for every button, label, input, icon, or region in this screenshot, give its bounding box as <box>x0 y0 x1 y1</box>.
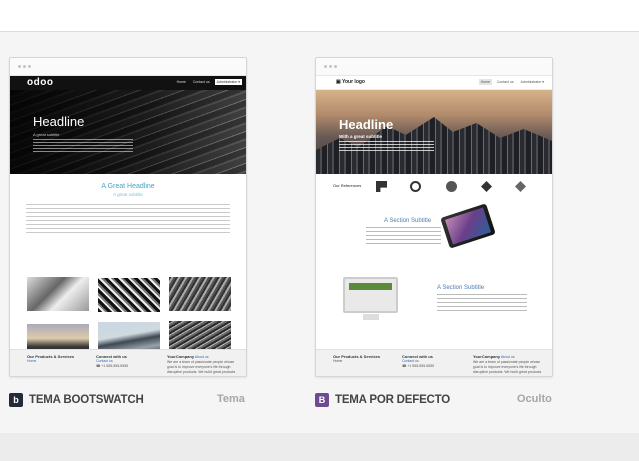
preview-navbar: odoo Home Contact us Administrator ▾ <box>10 76 246 90</box>
reference-logo-icon <box>410 181 421 192</box>
footer-col3-text: We are a team of passionate people whose… <box>167 360 236 374</box>
footer-col1-link: Home <box>27 359 37 363</box>
preview-nav-home: Home <box>478 79 492 85</box>
preview-hero-text <box>339 141 434 152</box>
bootstrap-logo-icon: B <box>315 393 329 407</box>
preview-section-subtitle: A great subtitle <box>113 192 143 197</box>
window-dots <box>316 58 552 76</box>
preview-hero-image: Headline A great subtitle <box>10 90 246 174</box>
bottom-band <box>0 433 639 461</box>
footer-col1-link: Home <box>333 359 343 363</box>
preview-footer: Our Products & Services Home Connect wit… <box>316 349 552 376</box>
preview-logo: ▣ Your logo <box>336 79 365 85</box>
theme-caption-bootswatch[interactable]: b TEMA BOOTSWATCH <box>9 392 144 408</box>
preview-nav-contact: Contact us <box>192 80 210 84</box>
preview-subtitle: A great subtitle <box>33 132 60 137</box>
preview-paragraph <box>26 204 230 234</box>
preview-references: Our References <box>316 174 552 200</box>
preview-nav-admin: Administrator ▾ <box>520 80 544 84</box>
theme-status: Tema <box>217 393 245 405</box>
theme-caption-default[interactable]: B TEMA POR DEFECTO <box>315 392 450 408</box>
gallery-image <box>169 277 231 311</box>
reference-logo-icon <box>376 181 387 192</box>
preview-hero-image: Headline With a great subtitle <box>316 90 552 174</box>
top-bar <box>0 0 639 32</box>
preview-hero-text <box>33 139 133 153</box>
footer-col3-link: About us <box>194 355 209 359</box>
reference-logo-icon <box>515 181 526 192</box>
theme-name: TEMA POR DEFECTO <box>335 394 451 406</box>
references-label: Our References <box>333 183 362 188</box>
monitor-image <box>343 277 398 313</box>
preview-headline: Headline <box>33 114 85 129</box>
preview-gallery <box>27 277 231 357</box>
preview-section2-text <box>437 294 527 312</box>
preview-headline: Headline <box>339 117 394 132</box>
reference-logo-icon <box>481 181 492 192</box>
preview-section-title: A Great Headline <box>101 183 155 190</box>
preview-footer: Our Products & Services Home Connect wit… <box>10 349 246 376</box>
window-dots <box>10 58 246 76</box>
footer-col3-link: About us <box>500 355 515 359</box>
footer-col2-phone: ☎ +1 555-555-5555 <box>402 364 435 368</box>
footer-col3-title: YourCompany <box>473 354 501 359</box>
preview-nav-home: Home <box>176 80 186 84</box>
theme-status: Oculto <box>517 393 552 405</box>
theme-preview-bootswatch[interactable]: odoo Home Contact us Administrator ▾ Hea… <box>9 57 247 377</box>
gallery-image <box>27 277 89 311</box>
footer-col2-phone: ☎ +1 555-555-5555 <box>96 364 129 368</box>
footer-col3-title: YourCompany <box>167 354 195 359</box>
preview-nav-admin: Administrator ▾ <box>214 79 242 85</box>
preview-subtitle: With a great subtitle <box>339 134 382 139</box>
theme-preview-default[interactable]: ▣ Your logo Home Contact us Administrato… <box>315 57 553 377</box>
preview-section1-title: A Section Subtitle <box>384 218 432 224</box>
preview-section1-text <box>366 227 441 245</box>
footer-col3-text: We are a team of passionate people whose… <box>473 360 542 374</box>
preview-navbar: ▣ Your logo Home Contact us Administrato… <box>316 76 552 90</box>
preview-logo: odoo <box>27 77 54 88</box>
theme-name: TEMA BOOTSWATCH <box>29 394 144 406</box>
reference-logo-icon <box>446 181 457 192</box>
tablet-image <box>440 203 496 249</box>
preview-nav-contact: Contact us <box>496 80 514 84</box>
monitor-stand <box>363 314 379 320</box>
preview-section2-title: A Section Subtitle <box>437 285 485 291</box>
gallery-image <box>98 278 160 312</box>
bootswatch-logo-icon: b <box>9 393 23 407</box>
